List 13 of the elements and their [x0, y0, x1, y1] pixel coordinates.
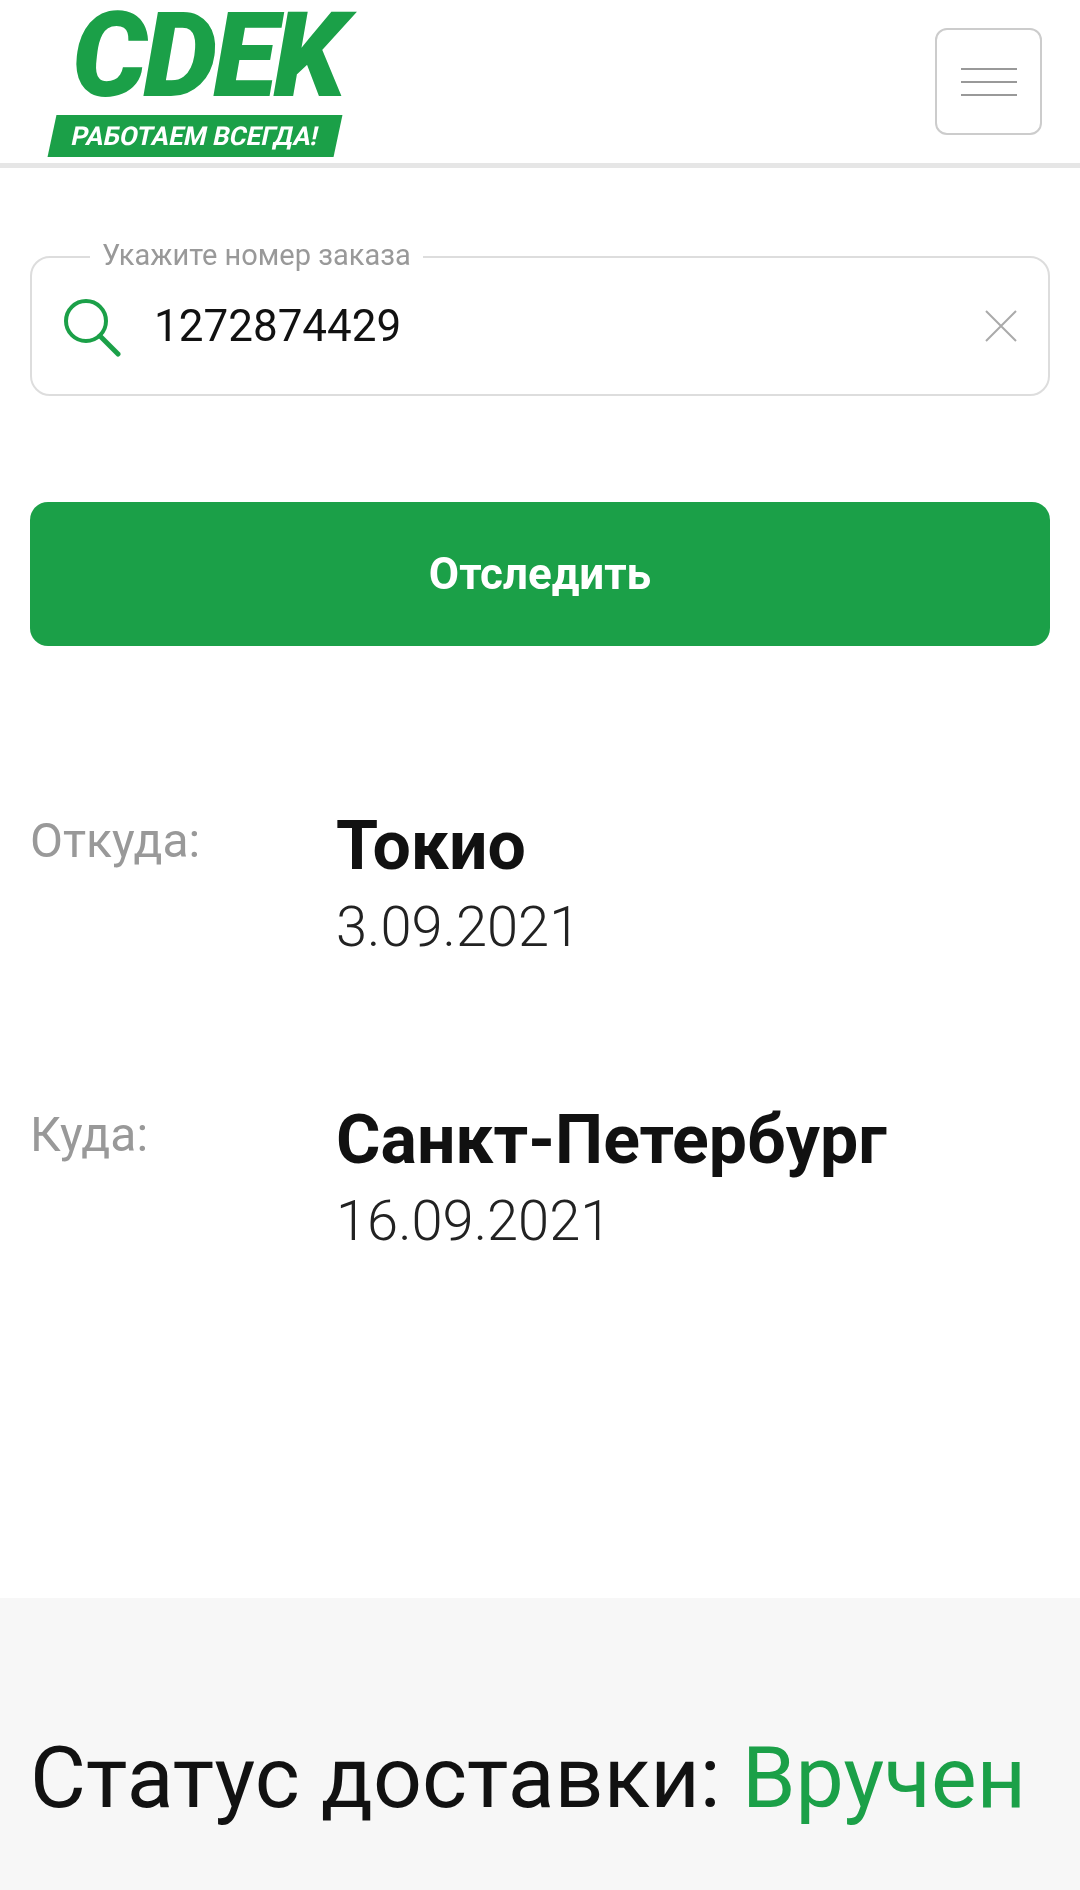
- route-label: Откуда:: [30, 811, 202, 871]
- status-value: Вручен: [742, 1727, 1027, 1828]
- menu-button[interactable]: [935, 28, 1042, 135]
- route-date: 3.09.2021: [336, 894, 581, 960]
- city-name: Токио: [336, 806, 527, 886]
- status-label: Статус доставки:: [30, 1727, 721, 1828]
- logo-slogan: РАБОТАЕМ ВСЕГДА!: [47, 115, 343, 158]
- route-label: Куда:: [30, 1105, 149, 1165]
- track-button[interactable]: Отследить: [30, 502, 1050, 646]
- route-date: 16.09.2021: [336, 1188, 613, 1254]
- city-name: Санкт-Петербург: [336, 1100, 887, 1180]
- menu-icon: [960, 66, 1017, 97]
- clear-icon[interactable]: [984, 309, 1018, 343]
